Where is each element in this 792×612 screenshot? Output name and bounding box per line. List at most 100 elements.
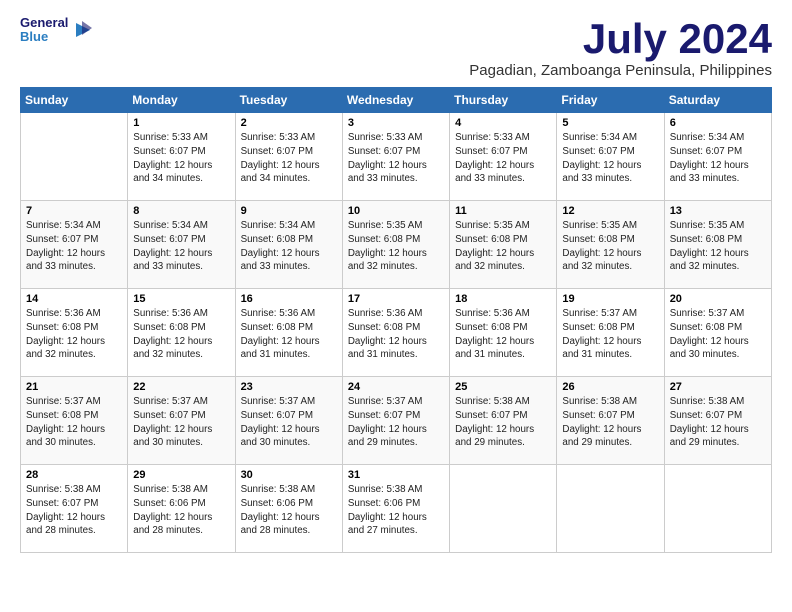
- day-number-13: 13: [670, 205, 766, 217]
- day-info-20: Sunrise: 5:37 AM Sunset: 6:08 PM Dayligh…: [670, 307, 766, 362]
- day-cell-2: 2Sunrise: 5:33 AM Sunset: 6:07 PM Daylig…: [235, 113, 342, 201]
- day-info-28: Sunrise: 5:38 AM Sunset: 6:07 PM Dayligh…: [26, 483, 122, 538]
- day-cell-31: 31 Sunrise: 5:38 AM Sunset: 6:06 PM Dayli…: [342, 465, 449, 553]
- day-cell-25: 25 Sunrise: 5:38 AM Sunset: 6:07 PM Dayli…: [450, 377, 557, 465]
- day-cell-3: 3Sunrise: 5:33 AM Sunset: 6:07 PM Daylig…: [342, 113, 449, 201]
- day-number-28: 28: [26, 469, 122, 481]
- day-number-5: 5: [562, 117, 658, 129]
- weekday-wednesday: Wednesday: [342, 88, 449, 113]
- location-subtitle: Pagadian, Zamboanga Peninsula, Philippin…: [469, 62, 772, 79]
- day-cell-19: 19 Sunrise: 5:37 AM Sunset: 6:08 PM Dayli…: [557, 289, 664, 377]
- day-cell-8: 8Sunrise: 5:34 AM Sunset: 6:07 PM Daylig…: [128, 201, 235, 289]
- day-number-30: 30: [241, 469, 337, 481]
- day-info-3: Sunrise: 5:33 AM Sunset: 6:07 PM Dayligh…: [348, 131, 444, 186]
- day-number-18: 18: [455, 293, 551, 305]
- day-cell-14: 14 Sunrise: 5:36 AM Sunset: 6:08 PM Dayli…: [21, 289, 128, 377]
- day-info-23: Sunrise: 5:37 AM Sunset: 6:07 PM Dayligh…: [241, 395, 337, 450]
- day-cell-20: 20 Sunrise: 5:37 AM Sunset: 6:08 PM Dayli…: [664, 289, 771, 377]
- day-info-11: Sunrise: 5:35 AM Sunset: 6:08 PM Dayligh…: [455, 219, 551, 274]
- day-number-17: 17: [348, 293, 444, 305]
- day-number-1: 1: [133, 117, 229, 129]
- day-number-15: 15: [133, 293, 229, 305]
- day-number-20: 20: [670, 293, 766, 305]
- day-number-26: 26: [562, 381, 658, 393]
- weekday-sunday: Sunday: [21, 88, 128, 113]
- day-number-27: 27: [670, 381, 766, 393]
- weekday-saturday: Saturday: [664, 88, 771, 113]
- day-info-18: Sunrise: 5:36 AM Sunset: 6:08 PM Dayligh…: [455, 307, 551, 362]
- day-cell-empty: [450, 465, 557, 553]
- day-cell-21: 21 Sunrise: 5:37 AM Sunset: 6:08 PM Dayli…: [21, 377, 128, 465]
- day-number-19: 19: [562, 293, 658, 305]
- day-info-13: Sunrise: 5:35 AM Sunset: 6:08 PM Dayligh…: [670, 219, 766, 274]
- day-info-30: Sunrise: 5:38 AM Sunset: 6:06 PM Dayligh…: [241, 483, 337, 538]
- week-row-3: 14 Sunrise: 5:36 AM Sunset: 6:08 PM Dayli…: [21, 289, 772, 377]
- day-number-6: 6: [670, 117, 766, 129]
- day-cell-4: 4Sunrise: 5:33 AM Sunset: 6:07 PM Daylig…: [450, 113, 557, 201]
- day-cell-11: 11Sunrise: 5:35 AM Sunset: 6:08 PM Dayli…: [450, 201, 557, 289]
- day-info-17: Sunrise: 5:36 AM Sunset: 6:08 PM Dayligh…: [348, 307, 444, 362]
- day-info-8: Sunrise: 5:34 AM Sunset: 6:07 PM Dayligh…: [133, 219, 229, 274]
- day-cell-27: 27 Sunrise: 5:38 AM Sunset: 6:07 PM Dayli…: [664, 377, 771, 465]
- day-cell-26: 26 Sunrise: 5:38 AM Sunset: 6:07 PM Dayli…: [557, 377, 664, 465]
- week-row-4: 21 Sunrise: 5:37 AM Sunset: 6:08 PM Dayli…: [21, 377, 772, 465]
- day-info-24: Sunrise: 5:37 AM Sunset: 6:07 PM Dayligh…: [348, 395, 444, 450]
- day-cell-6: 6 Sunrise: 5:34 AM Sunset: 6:07 PM Daylig…: [664, 113, 771, 201]
- weekday-friday: Friday: [557, 88, 664, 113]
- day-number-31: 31: [348, 469, 444, 481]
- week-row-1: 1 Sunrise: 5:33 AM Sunset: 6:07 PM Daylig…: [21, 113, 772, 201]
- day-cell-17: 17 Sunrise: 5:36 AM Sunset: 6:08 PM Dayli…: [342, 289, 449, 377]
- day-info-27: Sunrise: 5:38 AM Sunset: 6:07 PM Dayligh…: [670, 395, 766, 450]
- weekday-thursday: Thursday: [450, 88, 557, 113]
- day-info-4: Sunrise: 5:33 AM Sunset: 6:07 PM Dayligh…: [455, 131, 551, 186]
- title-block: July 2024 Pagadian, Zamboanga Peninsula,…: [469, 16, 772, 79]
- day-cell-12: 12 Sunrise: 5:35 AM Sunset: 6:08 PM Dayli…: [557, 201, 664, 289]
- day-cell-9: 9Sunrise: 5:34 AM Sunset: 6:08 PM Daylig…: [235, 201, 342, 289]
- weekday-tuesday: Tuesday: [235, 88, 342, 113]
- day-info-16: Sunrise: 5:36 AM Sunset: 6:08 PM Dayligh…: [241, 307, 337, 362]
- day-number-25: 25: [455, 381, 551, 393]
- day-number-7: 7: [26, 205, 122, 217]
- day-info-14: Sunrise: 5:36 AM Sunset: 6:08 PM Dayligh…: [26, 307, 122, 362]
- day-info-22: Sunrise: 5:37 AM Sunset: 6:07 PM Dayligh…: [133, 395, 229, 450]
- day-info-31: Sunrise: 5:38 AM Sunset: 6:06 PM Dayligh…: [348, 483, 444, 538]
- day-cell-16: 16 Sunrise: 5:36 AM Sunset: 6:08 PM Dayli…: [235, 289, 342, 377]
- day-cell-22: 22 Sunrise: 5:37 AM Sunset: 6:07 PM Dayli…: [128, 377, 235, 465]
- day-cell-30: 30 Sunrise: 5:38 AM Sunset: 6:06 PM Dayli…: [235, 465, 342, 553]
- weekday-header-row: SundayMondayTuesdayWednesdayThursdayFrid…: [21, 88, 772, 113]
- day-cell-empty: [664, 465, 771, 553]
- day-cell-23: 23 Sunrise: 5:37 AM Sunset: 6:07 PM Dayli…: [235, 377, 342, 465]
- day-cell-7: 7 Sunrise: 5:34 AM Sunset: 6:07 PM Daylig…: [21, 201, 128, 289]
- day-cell-10: 10Sunrise: 5:35 AM Sunset: 6:08 PM Dayli…: [342, 201, 449, 289]
- day-number-2: 2: [241, 117, 337, 129]
- day-cell-empty: [21, 113, 128, 201]
- day-info-19: Sunrise: 5:37 AM Sunset: 6:08 PM Dayligh…: [562, 307, 658, 362]
- day-info-21: Sunrise: 5:37 AM Sunset: 6:08 PM Dayligh…: [26, 395, 122, 450]
- day-info-10: Sunrise: 5:35 AM Sunset: 6:08 PM Dayligh…: [348, 219, 444, 274]
- day-info-25: Sunrise: 5:38 AM Sunset: 6:07 PM Dayligh…: [455, 395, 551, 450]
- day-number-22: 22: [133, 381, 229, 393]
- day-cell-15: 15Sunrise: 5:36 AM Sunset: 6:08 PM Dayli…: [128, 289, 235, 377]
- day-cell-18: 18 Sunrise: 5:36 AM Sunset: 6:08 PM Dayli…: [450, 289, 557, 377]
- day-cell-28: 28 Sunrise: 5:38 AM Sunset: 6:07 PM Dayli…: [21, 465, 128, 553]
- day-info-9: Sunrise: 5:34 AM Sunset: 6:08 PM Dayligh…: [241, 219, 337, 274]
- day-info-26: Sunrise: 5:38 AM Sunset: 6:07 PM Dayligh…: [562, 395, 658, 450]
- day-cell-29: 29Sunrise: 5:38 AM Sunset: 6:06 PM Dayli…: [128, 465, 235, 553]
- calendar-table: SundayMondayTuesdayWednesdayThursdayFrid…: [20, 87, 772, 553]
- day-number-14: 14: [26, 293, 122, 305]
- day-info-12: Sunrise: 5:35 AM Sunset: 6:08 PM Dayligh…: [562, 219, 658, 274]
- weekday-monday: Monday: [128, 88, 235, 113]
- day-number-12: 12: [562, 205, 658, 217]
- day-info-6: Sunrise: 5:34 AM Sunset: 6:07 PM Dayligh…: [670, 131, 766, 186]
- day-info-7: Sunrise: 5:34 AM Sunset: 6:07 PM Dayligh…: [26, 219, 122, 274]
- week-row-5: 28 Sunrise: 5:38 AM Sunset: 6:07 PM Dayli…: [21, 465, 772, 553]
- day-info-1: Sunrise: 5:33 AM Sunset: 6:07 PM Dayligh…: [133, 131, 229, 186]
- day-number-16: 16: [241, 293, 337, 305]
- day-number-21: 21: [26, 381, 122, 393]
- day-number-23: 23: [241, 381, 337, 393]
- day-cell-1: 1 Sunrise: 5:33 AM Sunset: 6:07 PM Daylig…: [128, 113, 235, 201]
- day-info-29: Sunrise: 5:38 AM Sunset: 6:06 PM Dayligh…: [133, 483, 229, 538]
- month-year-title: July 2024: [469, 16, 772, 62]
- page-header: General Blue July 2024 Pagadian, Zamboan…: [20, 16, 772, 79]
- day-cell-24: 24Sunrise: 5:37 AM Sunset: 6:07 PM Dayli…: [342, 377, 449, 465]
